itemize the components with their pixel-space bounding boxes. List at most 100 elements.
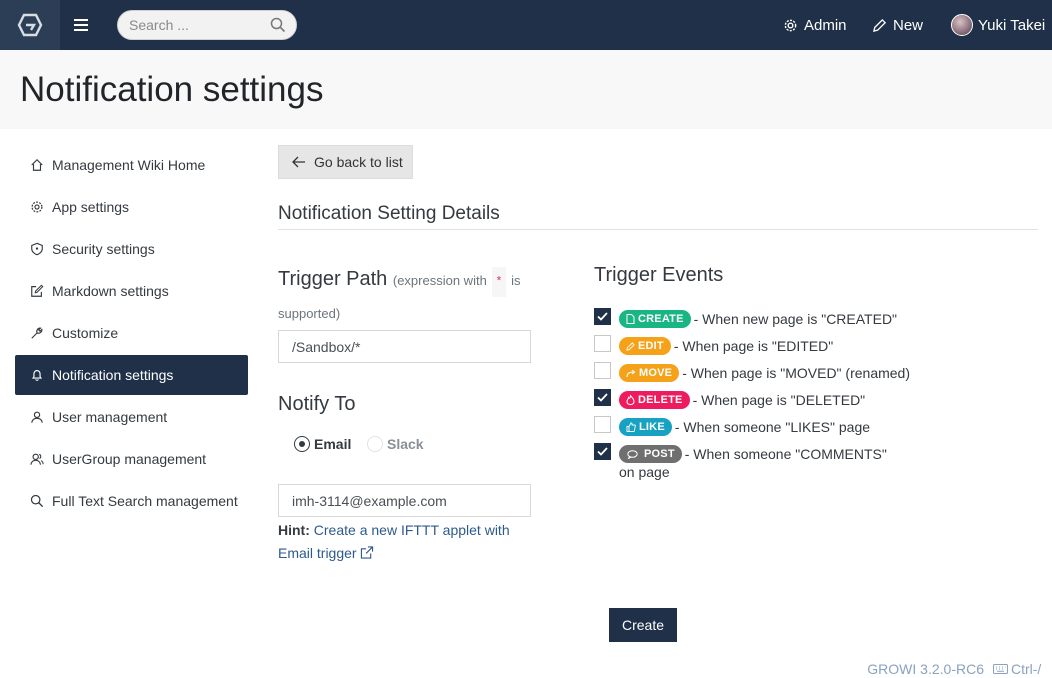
sidebar-item-label: UserGroup management (52, 451, 207, 467)
search-input[interactable] (118, 11, 258, 39)
go-back-button[interactable]: Go back to list (278, 145, 413, 179)
badge-post: POST (619, 445, 682, 463)
sidebar-item-label: App settings (52, 199, 130, 215)
user-name: Yuki Takei (978, 16, 1046, 34)
radio-slack-button[interactable] (367, 436, 383, 452)
event-like-text: - When someone "LIKES" page (674, 419, 871, 435)
radio-slack[interactable]: Slack (367, 436, 424, 452)
hint-label: Hint: (278, 522, 310, 538)
badge-create: CREATE (619, 310, 691, 328)
admin-sidebar: Management Wiki Home App settings Securi… (15, 145, 248, 523)
comment-icon (627, 449, 638, 459)
sidebar-item-security-settings[interactable]: Security settings (15, 229, 248, 269)
badge-move: MOVE (619, 364, 680, 382)
user-group-icon (30, 453, 44, 465)
badge-like-label: LIKE (639, 421, 665, 433)
ifttt-link[interactable]: Create a new IFTTT applet with Email tri… (278, 522, 510, 561)
sidebar-item-usergroup-management[interactable]: UserGroup management (15, 439, 248, 479)
event-post-checkbox[interactable] (594, 443, 611, 460)
event-edit: EDIT - When page is "EDITED" (594, 335, 914, 355)
radio-email-button[interactable] (294, 436, 310, 452)
keyboard-shortcut-hint[interactable]: Ctrl-/ (993, 661, 1041, 677)
growi-logo[interactable] (0, 0, 60, 50)
search-icon[interactable] (270, 17, 286, 33)
ifttt-link-text: Create a new IFTTT applet with Email tri… (278, 522, 510, 561)
sidebar-item-management-wiki-home[interactable]: Management Wiki Home (15, 145, 248, 185)
notify-to-title: Notify To (278, 393, 356, 415)
check-icon (597, 447, 608, 456)
event-delete: DELETE - When page is "DELETED" (594, 389, 914, 409)
radio-email-label: Email (314, 436, 352, 452)
event-create-text: - When new page is "CREATED" (693, 311, 898, 327)
ifttt-hint: Hint: Create a new IFTTT applet with Ema… (278, 519, 548, 565)
sidebar-item-markdown-settings[interactable]: Markdown settings (15, 271, 248, 311)
growi-logo-icon (17, 13, 43, 37)
search-icon (30, 494, 44, 508)
new-label: New (893, 16, 924, 34)
wrench-icon (31, 327, 43, 339)
section-divider (278, 229, 1038, 230)
sidebar-item-label: Security settings (52, 241, 155, 257)
sidebar-item-full-text-search-management[interactable]: Full Text Search management (15, 481, 248, 521)
user-icon (31, 411, 43, 423)
event-delete-text: - When page is "DELETED" (692, 392, 866, 408)
event-create-checkbox[interactable] (594, 308, 611, 325)
search-box (117, 10, 297, 40)
file-icon (626, 314, 635, 324)
sidebar-item-customize[interactable]: Customize (15, 313, 248, 353)
trigger-events-title: Trigger Events (594, 264, 724, 286)
edit-icon (31, 284, 44, 297)
top-navbar: Admin New Yuki Takei (0, 0, 1052, 50)
hamburger-icon (74, 19, 88, 31)
arrow-left-icon (292, 156, 305, 168)
event-move: MOVE - When page is "MOVED" (renamed) (594, 362, 914, 382)
shortcut-label: Ctrl-/ (1011, 661, 1042, 677)
sidebar-item-user-management[interactable]: User management (15, 397, 248, 437)
trigger-path-hint-code: * (492, 267, 506, 297)
badge-delete: DELETE (619, 391, 690, 409)
gear-icon (31, 201, 43, 213)
create-button[interactable]: Create (609, 608, 677, 642)
badge-post-label: POST (644, 448, 675, 460)
badge-move-label: MOVE (639, 367, 673, 379)
badge-delete-label: DELETE (638, 394, 683, 406)
badge-edit: EDIT (619, 337, 671, 355)
event-like-checkbox[interactable] (594, 416, 611, 433)
section-title: Notification Setting Details (278, 203, 500, 224)
gear-icon (784, 19, 797, 31)
external-link-icon (361, 546, 374, 559)
sidebar-item-notification-settings[interactable]: Notification settings (15, 355, 248, 395)
event-move-checkbox[interactable] (594, 362, 611, 379)
bell-icon (31, 370, 43, 381)
event-edit-text: - When page is "EDITED" (673, 338, 834, 354)
event-post: POST - When someone "COMMENTS" on page (594, 443, 914, 481)
home-icon (31, 158, 43, 171)
check-icon (597, 393, 608, 402)
event-delete-checkbox[interactable] (594, 389, 611, 406)
sidebar-item-label: Customize (52, 325, 119, 341)
hamburger-menu-button[interactable] (66, 10, 96, 40)
avatar (951, 14, 973, 36)
check-icon (597, 312, 608, 321)
shield-icon (31, 242, 43, 256)
new-page-link[interactable]: New (872, 0, 923, 50)
event-edit-checkbox[interactable] (594, 335, 611, 352)
trigger-path-heading: Trigger Path (expression with * is suppo… (278, 264, 548, 329)
event-like: LIKE - When someone "LIKES" page (594, 416, 914, 436)
share-icon (626, 369, 636, 377)
sidebar-item-label: Management Wiki Home (52, 157, 206, 173)
admin-link[interactable]: Admin (783, 0, 847, 50)
user-menu[interactable]: Yuki Takei (951, 0, 1045, 50)
sidebar-item-label: Notification settings (52, 367, 174, 383)
sidebar-item-app-settings[interactable]: App settings (15, 187, 248, 227)
fire-icon (626, 395, 635, 405)
radio-email[interactable]: Email (294, 436, 351, 452)
email-field[interactable] (278, 484, 531, 517)
event-move-text: - When page is "MOVED" (renamed) (682, 365, 910, 381)
badge-like: LIKE (619, 418, 672, 436)
keyboard-icon (993, 664, 1008, 674)
thumbs-up-icon (626, 422, 636, 432)
trigger-path-input[interactable] (278, 330, 531, 363)
page-title: Notification settings (20, 70, 324, 109)
radio-slack-label: Slack (387, 436, 424, 452)
